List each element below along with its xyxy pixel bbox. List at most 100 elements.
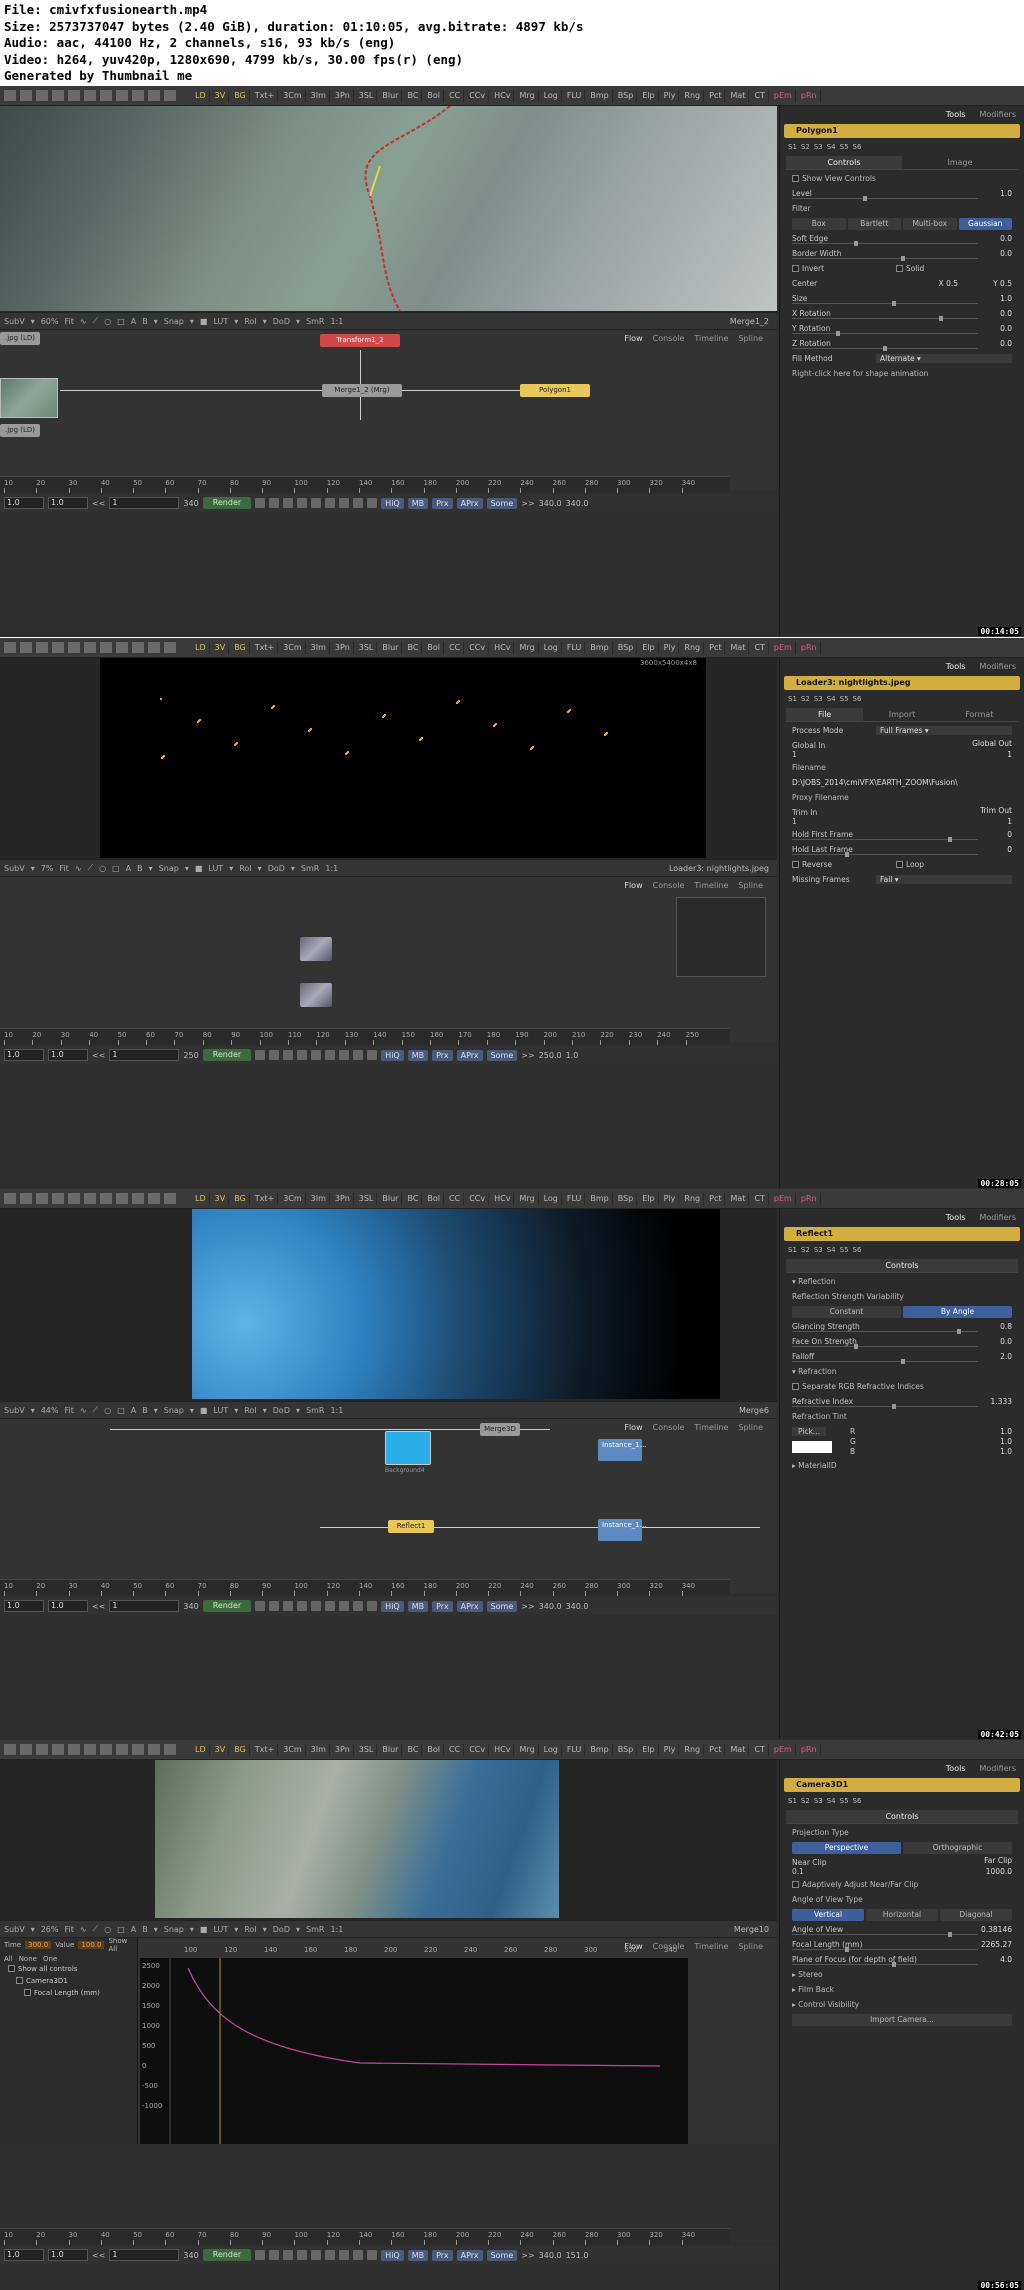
slider-track[interactable] xyxy=(792,1406,978,1407)
background-node[interactable] xyxy=(385,1431,431,1465)
viewer-tool-19[interactable]: ▾ xyxy=(296,1925,300,1934)
toolbar-icon[interactable] xyxy=(52,1744,64,1755)
playback-button[interactable] xyxy=(311,1601,322,1611)
slider-value[interactable]: 0.0 xyxy=(1000,234,1012,243)
tab-timeline[interactable]: Timeline xyxy=(694,334,728,343)
viewer-tool-1[interactable]: ▾ xyxy=(31,1406,35,1415)
tool-button-3im[interactable]: 3Im xyxy=(308,89,330,102)
spline-graph[interactable]: 2500 2000 1500 1000 500 0 -500 -1000 100 120 140 16… xyxy=(140,1946,688,2144)
range-end[interactable]: 1000.0 xyxy=(986,1867,1012,1876)
viewer-tool-16[interactable]: RoI xyxy=(244,1406,256,1415)
subtab-image[interactable]: Image xyxy=(902,156,1018,170)
slider-knob[interactable] xyxy=(948,837,952,842)
pick-button[interactable]: Pick... xyxy=(792,1427,827,1436)
tool-button-pem[interactable]: pEm xyxy=(771,89,796,102)
viewer-tool-4[interactable]: ∿ xyxy=(80,317,87,326)
render-button[interactable]: Render xyxy=(202,1600,252,1612)
viewer-tool-3[interactable]: Fit xyxy=(65,317,74,326)
tool-button-elp[interactable]: Elp xyxy=(639,641,659,654)
tab-flow[interactable]: Flow xyxy=(624,334,642,343)
viewer-tool-7[interactable]: □ xyxy=(117,1925,125,1934)
slider-knob[interactable] xyxy=(957,1329,961,1334)
tool-button-pct[interactable]: Pct xyxy=(706,641,726,654)
flow-node[interactable]: Transform1_2 xyxy=(320,334,400,347)
tool-button-mrg[interactable]: Mrg xyxy=(516,641,539,654)
channel-r-value[interactable]: 1.0 xyxy=(1000,1427,1012,1436)
option-button[interactable]: Box xyxy=(792,218,846,230)
state-tab-s6[interactable]: S6 xyxy=(853,1797,862,1805)
slider-track[interactable] xyxy=(792,1964,978,1965)
state-tab-s3[interactable]: S3 xyxy=(814,1797,823,1805)
flow-node[interactable]: .jpg (LD) xyxy=(0,332,40,345)
playback-button[interactable] xyxy=(325,1601,336,1611)
viewer-tool-15[interactable]: ▾ xyxy=(234,1406,238,1415)
inspector-tab-modifiers[interactable]: Modifiers xyxy=(979,1764,1016,1773)
checkbox[interactable] xyxy=(792,1881,799,1888)
playback-button[interactable] xyxy=(353,498,364,508)
toolbar-icon[interactable] xyxy=(20,1193,32,1204)
playback-button[interactable] xyxy=(339,2250,350,2260)
tool-button-bc[interactable]: BC xyxy=(404,1192,423,1205)
channel-g-value[interactable]: 1.0 xyxy=(1000,1437,1012,1446)
slider-track[interactable] xyxy=(792,1346,978,1347)
image-viewer[interactable] xyxy=(192,1209,720,1399)
tab-flow[interactable]: Flow xyxy=(624,881,642,890)
tool-button-3sl[interactable]: 3SL xyxy=(356,641,378,654)
tool-button-mrg[interactable]: Mrg xyxy=(516,89,539,102)
tool-button-cc[interactable]: CC xyxy=(446,641,465,654)
viewer-tool-5[interactable]: ⟋ xyxy=(93,1405,99,1415)
aprx-toggle[interactable]: APrx xyxy=(456,1049,483,1061)
toolbar-icon[interactable] xyxy=(148,642,160,653)
state-tab-s4[interactable]: S4 xyxy=(827,143,836,151)
toolbar-icon[interactable] xyxy=(52,642,64,653)
mb-toggle[interactable]: MB xyxy=(407,1049,429,1061)
subtab-controls[interactable]: Controls xyxy=(786,1259,1018,1273)
slider-value[interactable]: 0.38146 xyxy=(981,1925,1012,1934)
slider-track[interactable] xyxy=(792,243,978,244)
tool-button-blur[interactable]: Blur xyxy=(379,89,403,102)
prx-toggle[interactable]: Prx xyxy=(432,2249,453,2261)
viewer-tool-11[interactable]: Snap xyxy=(159,864,179,873)
viewer-tool-14[interactable]: LUT xyxy=(213,1406,228,1415)
state-tab-s2[interactable]: S2 xyxy=(801,143,810,151)
tool-button-rng[interactable]: Rng xyxy=(681,641,705,654)
checkbox[interactable] xyxy=(896,861,903,868)
tab-timeline[interactable]: Timeline xyxy=(694,1942,728,1951)
render-button[interactable]: Render xyxy=(202,497,252,509)
slider-knob[interactable] xyxy=(892,301,896,306)
toolbar-icon[interactable] xyxy=(20,90,32,101)
toolbar-icon[interactable] xyxy=(100,90,112,101)
playback-button[interactable] xyxy=(311,1050,322,1060)
tool-button-ct[interactable]: CT xyxy=(751,1192,769,1205)
global-start-field[interactable]: 1.0 xyxy=(4,497,44,509)
viewer-tool-21[interactable]: 1:1 xyxy=(325,864,338,873)
tool-button-bsp[interactable]: BSp xyxy=(615,641,638,654)
viewer-tool-3[interactable]: Fit xyxy=(65,1406,74,1415)
aprx-toggle[interactable]: APrx xyxy=(456,1600,483,1612)
playback-button[interactable] xyxy=(297,2250,308,2260)
inspector-tab-tools[interactable]: Tools xyxy=(946,662,966,671)
playback-button[interactable] xyxy=(283,2250,294,2260)
check-label[interactable]: Invert xyxy=(792,264,824,273)
tool-button-cc[interactable]: CC xyxy=(446,1743,465,1756)
viewer-tool-12[interactable]: ▾ xyxy=(185,864,189,873)
slider-value[interactable]: 0.0 xyxy=(1000,309,1012,318)
tool-button-pct[interactable]: Pct xyxy=(706,1192,726,1205)
playback-button[interactable] xyxy=(339,498,350,508)
toolbar-icon[interactable] xyxy=(4,642,16,653)
slider-knob[interactable] xyxy=(863,196,867,201)
tool-button-bol[interactable]: Bol xyxy=(424,1743,445,1756)
tab-console[interactable]: Console xyxy=(653,881,685,890)
tab-spline[interactable]: Spline xyxy=(738,1423,763,1432)
viewer-tool-10[interactable]: ▾ xyxy=(154,1406,158,1415)
viewer-tool-21[interactable]: 1:1 xyxy=(330,317,343,326)
tool-button-hcv[interactable]: HCv xyxy=(491,1192,515,1205)
value-value[interactable]: 100.0 xyxy=(78,1941,105,1949)
image-viewer[interactable] xyxy=(100,658,706,858)
tool-button-mat[interactable]: Mat xyxy=(727,1743,750,1756)
spline-tree-item[interactable]: Camera3D1 xyxy=(0,1977,137,1989)
toolbar-icon[interactable] xyxy=(68,642,80,653)
state-tab-s1[interactable]: S1 xyxy=(788,1797,797,1805)
viewer-tool-5[interactable]: ⟋ xyxy=(88,863,94,873)
option-button[interactable]: Diagonal xyxy=(940,1909,1012,1921)
